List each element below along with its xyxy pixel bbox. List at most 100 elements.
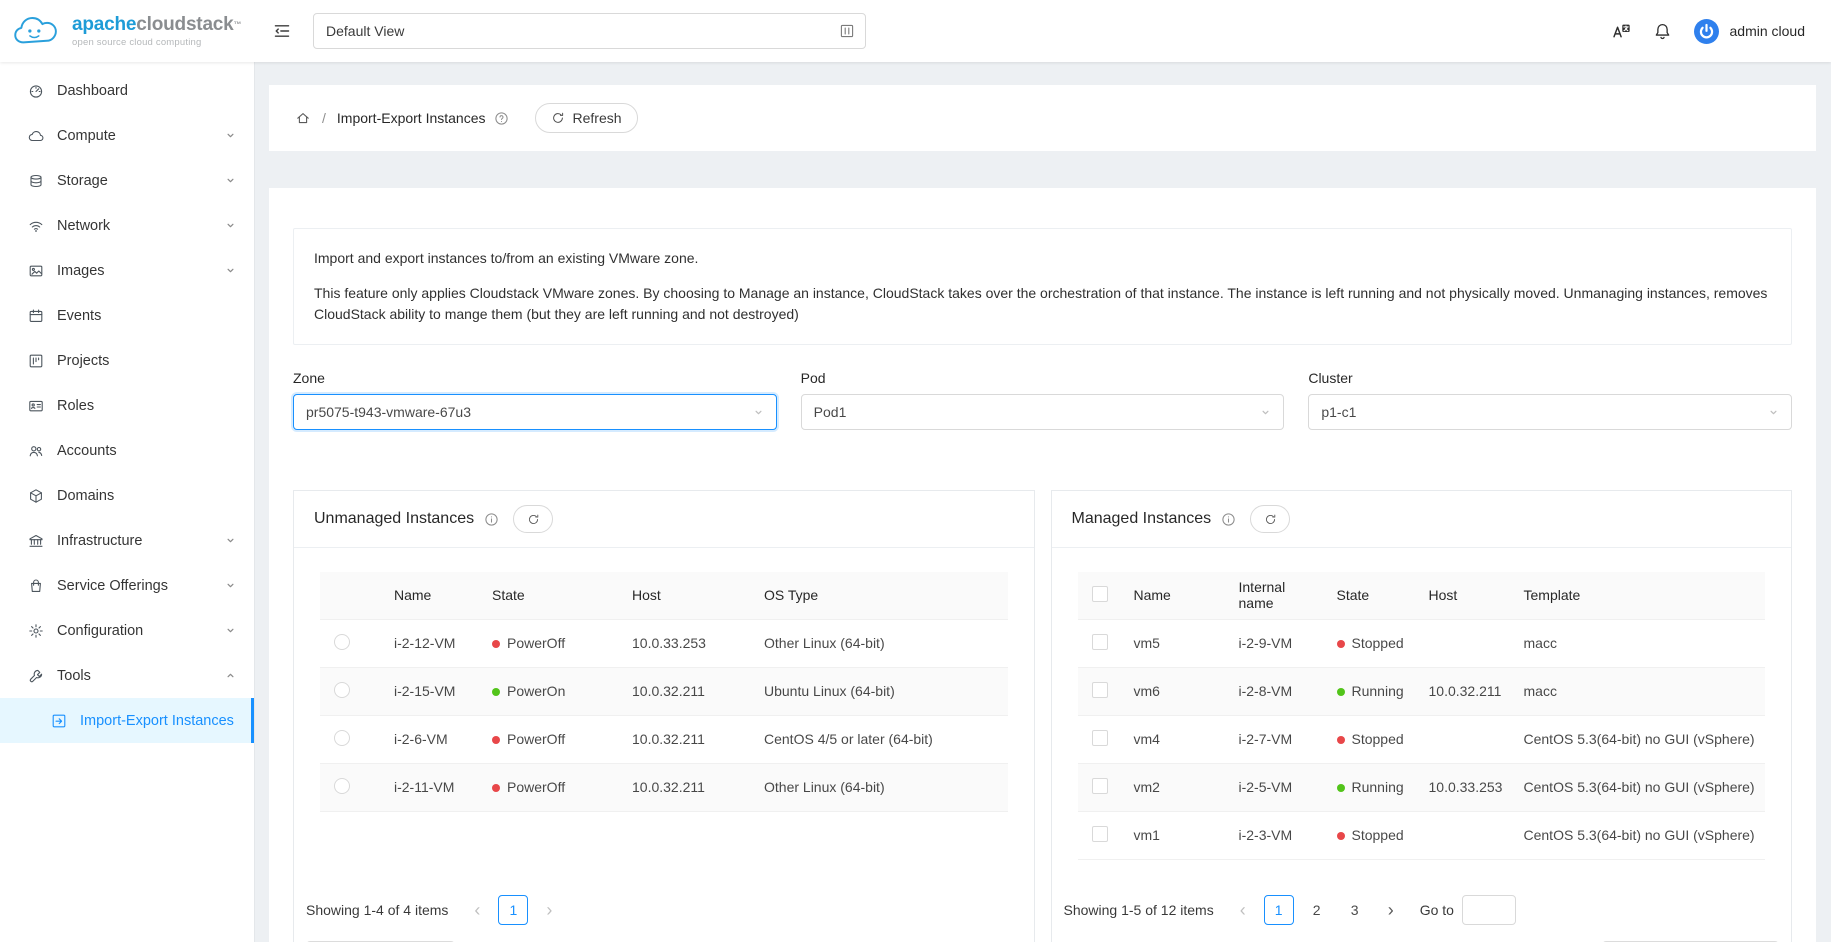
column-header-host: Host	[622, 572, 754, 619]
cluster-select[interactable]: p1-c1	[1308, 394, 1792, 430]
row-radio[interactable]	[334, 634, 350, 650]
state-text: PowerOff	[507, 635, 565, 651]
column-header-state: State	[1327, 572, 1419, 619]
sidebar-item-compute[interactable]: Compute	[0, 113, 254, 158]
table-row[interactable]: vm6 i-2-8-VM Running 10.0.32.211 macc	[1078, 667, 1766, 715]
refresh-button[interactable]: Refresh	[535, 103, 638, 133]
select-all-checkbox[interactable]	[1092, 586, 1108, 602]
row-radio[interactable]	[334, 682, 350, 698]
dashboard-icon	[28, 83, 44, 99]
cluster-select-value: p1-c1	[1321, 404, 1356, 420]
sidebar-item-projects[interactable]: Projects	[0, 338, 254, 383]
table-row[interactable]: vm2 i-2-5-VM Running 10.0.33.253 CentOS …	[1078, 763, 1766, 811]
sidebar-item-configuration[interactable]: Configuration	[0, 608, 254, 653]
state-dot	[1337, 688, 1345, 696]
home-icon[interactable]	[295, 110, 311, 126]
view-filter-select[interactable]: Default View	[313, 13, 866, 49]
sidebar-item-images[interactable]: Images	[0, 248, 254, 293]
sidebar-item-accounts[interactable]: Accounts	[0, 428, 254, 473]
user-avatar-icon	[1693, 18, 1720, 45]
sidebar-item-tools[interactable]: Tools	[0, 653, 254, 698]
info-icon[interactable]	[1221, 512, 1236, 527]
sidebar-item-storage[interactable]: Storage	[0, 158, 254, 203]
sidebar-item-infrastructure[interactable]: Infrastructure	[0, 518, 254, 563]
chevron-down-icon	[753, 407, 764, 418]
managed-instances-panel: Managed Instances Name Internal nam	[1051, 490, 1793, 942]
sidebar-item-domains[interactable]: Domains	[0, 473, 254, 518]
row-checkbox[interactable]	[1092, 634, 1108, 650]
goto-page-input[interactable]	[1462, 895, 1516, 925]
row-checkbox[interactable]	[1092, 778, 1108, 794]
unmanaged-panel-title: Unmanaged Instances	[314, 510, 474, 528]
state-dot	[1337, 736, 1345, 744]
pod-select[interactable]: Pod1	[801, 394, 1285, 430]
row-radio[interactable]	[334, 730, 350, 746]
table-row[interactable]: i-2-15-VM PowerOn 10.0.32.211 Ubuntu Lin…	[320, 667, 1008, 715]
info-icon[interactable]	[484, 512, 499, 527]
unmanaged-refresh-button[interactable]	[513, 505, 553, 533]
zone-label: Zone	[293, 370, 777, 386]
breadcrumb-separator: /	[322, 110, 326, 126]
page-button[interactable]: 1	[498, 895, 528, 925]
help-question-icon[interactable]	[494, 111, 509, 126]
table-row[interactable]: i-2-6-VM PowerOff 10.0.32.211 CentOS 4/5…	[320, 715, 1008, 763]
instances-panels: Unmanaged Instances Name State	[293, 490, 1792, 942]
column-header-internal-name: Internal name	[1229, 572, 1327, 619]
table-row[interactable]: vm4 i-2-7-VM Stopped CentOS 5.3(64-bit) …	[1078, 715, 1766, 763]
refresh-icon	[551, 111, 565, 125]
brand-name-apache: apache	[72, 14, 136, 35]
row-checkbox[interactable]	[1092, 730, 1108, 746]
brand-tagline: open source cloud computing	[72, 37, 241, 48]
page-button[interactable]: 1	[1264, 895, 1294, 925]
next-page-button[interactable]: ›	[536, 896, 562, 924]
row-radio[interactable]	[334, 778, 350, 794]
next-page-button[interactable]: ›	[1378, 896, 1404, 924]
table-row[interactable]: i-2-11-VM PowerOff 10.0.32.211 Other Lin…	[320, 763, 1008, 811]
page-button[interactable]: 3	[1340, 895, 1370, 925]
import-export-card: Import and export instances to/from an e…	[269, 188, 1816, 942]
managed-refresh-button[interactable]	[1250, 505, 1290, 533]
feature-description: Import and export instances to/from an e…	[293, 228, 1792, 345]
language-button[interactable]	[1611, 20, 1632, 42]
chevron-down-icon	[1768, 407, 1779, 418]
sidebar-item-roles[interactable]: Roles	[0, 383, 254, 428]
pagination-summary: Showing 1-4 of 4 items	[306, 902, 448, 918]
table-row[interactable]: vm5 i-2-9-VM Stopped macc	[1078, 619, 1766, 667]
unmanaged-instances-panel: Unmanaged Instances Name State	[293, 490, 1035, 942]
sidebar-item-events[interactable]: Events	[0, 293, 254, 338]
state-text: Stopped	[1352, 731, 1404, 747]
sidebar-item-dashboard[interactable]: Dashboard	[0, 68, 254, 113]
table-row[interactable]: i-2-12-VM PowerOff 10.0.33.253 Other Lin…	[320, 619, 1008, 667]
page-button[interactable]: 2	[1302, 895, 1332, 925]
sidebar-nav: Dashboard Compute Storage Network Images…	[0, 62, 255, 942]
projects-icon	[28, 353, 44, 369]
pod-filter: Pod Pod1	[801, 370, 1285, 430]
page-title: Import-Export Instances	[337, 110, 486, 126]
sidebar-item-service-offerings[interactable]: Service Offerings	[0, 563, 254, 608]
user-menu[interactable]: admin cloud	[1693, 18, 1806, 45]
translate-icon	[1611, 21, 1632, 42]
brand-logo[interactable]: apachecloudstack™ open source cloud comp…	[0, 10, 255, 52]
sidebar-item-import-export-instances[interactable]: Import-Export Instances	[0, 698, 254, 743]
row-checkbox[interactable]	[1092, 826, 1108, 842]
infrastructure-icon	[28, 533, 44, 549]
state-dot	[492, 640, 500, 648]
view-layout-icon	[839, 23, 855, 39]
column-header-name: Name	[1124, 572, 1229, 619]
notifications-button[interactable]	[1653, 20, 1672, 42]
prev-page-button[interactable]: ‹	[1230, 896, 1256, 924]
state-text: Stopped	[1352, 635, 1404, 651]
row-checkbox[interactable]	[1092, 682, 1108, 698]
compute-icon	[28, 128, 44, 144]
zone-filter: Zone pr5075-t943-vmware-67u3	[293, 370, 777, 430]
top-header: apachecloudstack™ open source cloud comp…	[0, 0, 1831, 62]
sidebar-item-network[interactable]: Network	[0, 203, 254, 248]
table-row[interactable]: vm1 i-2-3-VM Stopped CentOS 5.3(64-bit) …	[1078, 811, 1766, 859]
zone-select[interactable]: pr5075-t943-vmware-67u3	[293, 394, 777, 430]
state-dot	[1337, 784, 1345, 792]
state-dot	[1337, 832, 1345, 840]
user-name: admin cloud	[1730, 23, 1806, 39]
prev-page-button[interactable]: ‹	[464, 896, 490, 924]
chevron-down-icon	[225, 580, 236, 591]
sidebar-collapse-button[interactable]	[273, 21, 291, 41]
